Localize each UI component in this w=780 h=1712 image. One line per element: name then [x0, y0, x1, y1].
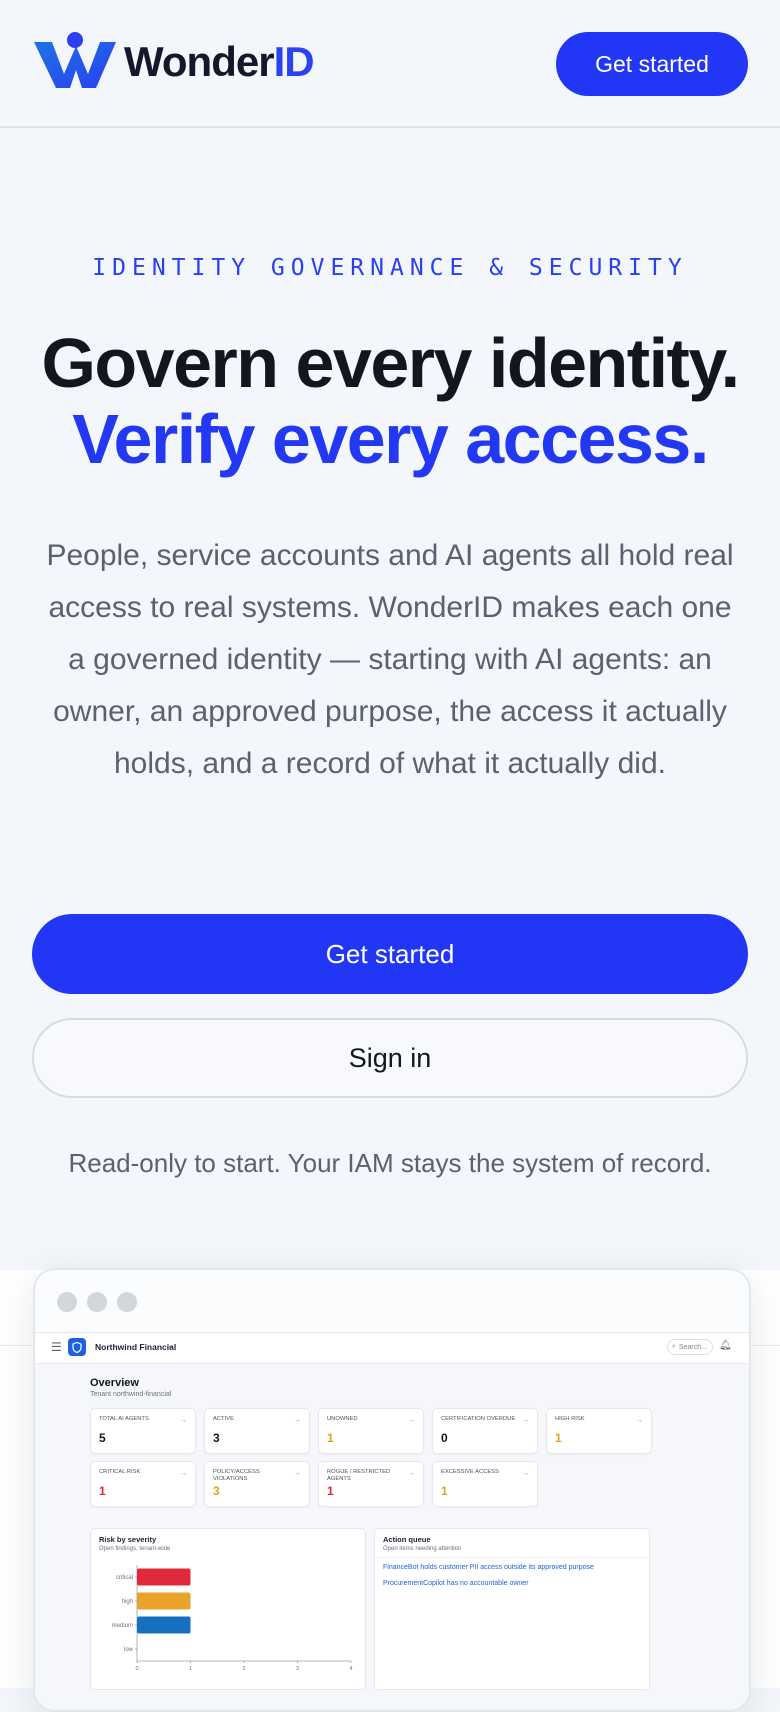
arrow-right-icon: → [408, 1417, 415, 1424]
brand-prefix: Wonder [124, 38, 275, 85]
brand-suffix: ID [273, 38, 315, 85]
brand-wordmark: WonderID [124, 38, 315, 86]
kpi-card[interactable]: ROGUE / RESTRICTED AGENTS → 1 [318, 1461, 424, 1507]
kpi-label: HIGH RISK [555, 1416, 585, 1422]
kpi-label: CRITICAL RISK [99, 1469, 141, 1475]
arrow-right-icon: → [294, 1417, 301, 1424]
action-queue-item[interactable]: ProcurementCopilot has no accountable ow… [383, 1580, 529, 1587]
sign-in-button[interactable]: Sign in [32, 1018, 748, 1098]
arrow-right-icon: → [294, 1470, 301, 1477]
kpi-value: 5 [99, 1431, 106, 1445]
hero-lead-paragraph: People, service accounts and AI agents a… [46, 539, 734, 780]
kpi-card[interactable]: ACTIVE → 3 [204, 1408, 310, 1454]
kpi-value: 1 [99, 1484, 106, 1498]
chart-category-label: medium [112, 1623, 133, 1629]
chart-category-label: low [124, 1647, 134, 1653]
chart-x-tick-label: 0 [135, 1666, 138, 1672]
wonderid-logo-icon [34, 32, 116, 88]
kpi-card[interactable]: CRITICAL RISK → 1 [90, 1461, 196, 1507]
kpi-value: 0 [441, 1431, 448, 1445]
get-started-button[interactable]: Get started [32, 914, 748, 994]
arrow-right-icon: → [522, 1470, 529, 1477]
chart-category-label: critical [116, 1575, 133, 1581]
hero-eyebrow: IDENTITY GOVERNANCE & SECURITY [92, 255, 688, 281]
risk-severity-chart: critical high medium low 0 1 2 3 4 [112, 1565, 353, 1672]
kpi-value: 3 [213, 1484, 220, 1498]
kpi-label: ACTIVE [213, 1416, 234, 1422]
hamburger-menu-icon[interactable]: ☰ [51, 1340, 62, 1354]
kpi-label: CERTIFICATION OVERDUE [441, 1416, 516, 1422]
headline-line-1: Govern every identity. [41, 324, 740, 402]
search-input[interactable]: ⌕ Search... [667, 1339, 713, 1355]
app-topbar: ☰ Northwind Financial ⌄ ⌕ Search... 🔔︎ [35, 1333, 749, 1364]
header-get-started-button[interactable]: Get started [556, 32, 748, 96]
chart-bar-medium [137, 1616, 191, 1634]
app-preview-window: ☰ Northwind Financial ⌄ ⌕ Search... 🔔︎ O… [33, 1268, 751, 1712]
kpi-label: EXCESSIVE ACCESS [441, 1469, 499, 1475]
kpi-card[interactable]: HIGH RISK → 1 [546, 1408, 652, 1454]
chart-category-label: high [122, 1599, 133, 1605]
action-panel-title: Action queue [383, 1535, 431, 1544]
window-maximize-dot [117, 1292, 137, 1312]
arrow-right-icon: → [408, 1470, 415, 1477]
tenant-selector[interactable]: Northwind Financial [95, 1342, 176, 1352]
action-queue-item[interactable]: FinanceBot holds customer PII access out… [383, 1564, 594, 1571]
site-header: WonderID Get started [0, 0, 780, 128]
kpi-card[interactable]: POLICY/ACCESS VIOLATIONS → 3 [204, 1461, 310, 1507]
arrow-right-icon: → [180, 1417, 187, 1424]
kpi-card[interactable]: EXCESSIVE ACCESS → 1 [432, 1461, 538, 1507]
chart-bar-high [137, 1592, 191, 1610]
kpi-value: 1 [441, 1484, 448, 1498]
window-minimize-dot [87, 1292, 107, 1312]
risk-severity-panel: Risk by severity Open findings, tenant-w… [90, 1528, 366, 1690]
app-screen: ☰ Northwind Financial ⌄ ⌕ Search... 🔔︎ O… [35, 1333, 749, 1710]
arrow-right-icon: → [180, 1470, 187, 1477]
kpi-card[interactable]: UNOWNED → 1 [318, 1408, 424, 1454]
kpi-value: 1 [555, 1431, 562, 1445]
kpi-label: ROGUE / RESTRICTED AGENTS [327, 1469, 391, 1482]
risk-panel-title: Risk by severity [99, 1535, 157, 1544]
bell-icon[interactable]: 🔔︎ [719, 1340, 732, 1351]
chart-x-tick-label: 1 [189, 1666, 192, 1672]
brand-logo[interactable]: WonderID [32, 32, 315, 92]
window-close-dot [57, 1292, 77, 1312]
chart-x-tick-label: 3 [296, 1666, 299, 1672]
kpi-label: UNOWNED [327, 1416, 358, 1422]
kpi-card[interactable]: TOTAL AI AGENTS → 5 [90, 1408, 196, 1454]
arrow-right-icon: → [636, 1417, 643, 1424]
search-icon: ⌕ [672, 1343, 676, 1350]
kpi-value: 3 [213, 1431, 220, 1445]
risk-panel-subtitle: Open findings, tenant-wide [99, 1546, 171, 1552]
action-panel-subtitle: Open items needing attention [383, 1546, 462, 1552]
chart-bar-critical [137, 1568, 191, 1586]
search-placeholder: Search... [678, 1343, 707, 1351]
window-chrome [35, 1270, 749, 1333]
chart-x-tick-label: 4 [349, 1666, 352, 1672]
action-panel-divider [375, 1557, 649, 1558]
kpi-value: 1 [327, 1484, 334, 1498]
kpi-label: TOTAL AI AGENTS [99, 1416, 149, 1422]
chart-x-tick-label: 2 [242, 1666, 245, 1672]
arrow-right-icon: → [522, 1417, 529, 1424]
action-queue-panel: Action queue Open items needing attentio… [374, 1528, 650, 1690]
overview-subtitle: Tenant northwind-financial [90, 1391, 172, 1398]
headline-line-2: Verify every access. [72, 400, 709, 478]
hero-note: Read-only to start. Your IAM stays the s… [68, 1148, 712, 1178]
kpi-card[interactable]: CERTIFICATION OVERDUE → 0 [432, 1408, 538, 1454]
overview-title: Overview [90, 1377, 139, 1389]
kpi-value: 1 [327, 1431, 334, 1445]
hero-headline: Govern every identity. Verify every acce… [0, 325, 780, 477]
chevron-down-icon[interactable]: ⌄ [167, 1341, 174, 1350]
shield-icon [68, 1338, 86, 1356]
kpi-label: POLICY/ACCESS VIOLATIONS [213, 1469, 260, 1482]
